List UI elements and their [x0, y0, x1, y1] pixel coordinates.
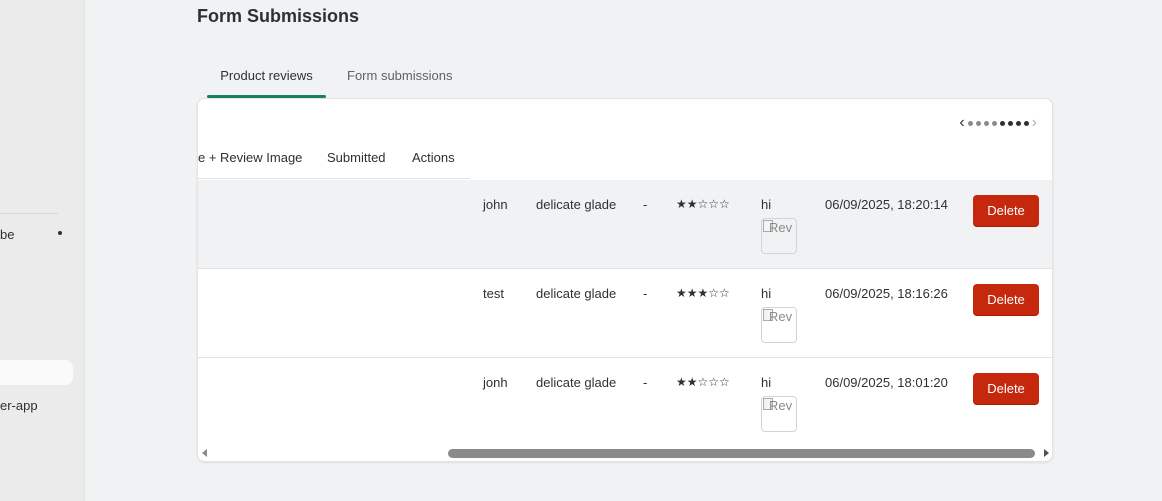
review-image-alt: Rev — [769, 309, 793, 324]
reviewer-name: jonh — [483, 375, 508, 390]
page-title: Form Submissions — [197, 6, 360, 26]
pagination: ‹ › — [959, 115, 1037, 131]
tab-product-reviews[interactable]: Product reviews — [207, 62, 326, 98]
product-name: delicate glade — [536, 375, 617, 390]
column-header-submitted[interactable]: Submitted — [327, 150, 386, 165]
review-image[interactable]: Rev — [761, 396, 797, 432]
scroll-right-icon[interactable] — [1044, 449, 1049, 457]
review-image[interactable]: Rev — [761, 307, 797, 343]
review-text: hi — [761, 375, 772, 390]
page-dot-active[interactable] — [1023, 120, 1029, 126]
empty-cell: - — [643, 197, 648, 212]
page-dot[interactable] — [991, 120, 997, 126]
tab-form-submissions[interactable]: Form submissions — [347, 62, 452, 98]
star-rating: ★★☆☆☆ — [676, 197, 730, 211]
review-text: hi — [761, 197, 772, 212]
sidebar: be er-app — [0, 0, 85, 501]
table-header: e + Review Image Submitted Actions — [198, 143, 470, 179]
table-row[interactable]: test delicate glade - ★★★☆☆ hi Rev 06/09… — [198, 269, 1052, 358]
empty-cell: - — [643, 375, 648, 390]
product-name: delicate glade — [536, 286, 617, 301]
sidebar-item-app[interactable]: er-app — [0, 398, 38, 413]
chevron-right-icon[interactable]: › — [1032, 115, 1037, 131]
horizontal-scrollbar[interactable] — [198, 445, 1052, 461]
review-image[interactable]: Rev — [761, 218, 797, 254]
scroll-left-icon[interactable] — [202, 449, 207, 457]
page-dot[interactable] — [983, 120, 989, 126]
submitted-date: 06/09/2025, 18:16:26 — [825, 286, 948, 301]
reviewer-name: john — [483, 197, 508, 212]
page-dot-active[interactable] — [999, 120, 1005, 126]
reviews-table-card: ‹ › e + Review Image Submitted Actions j… — [197, 98, 1053, 462]
sidebar-divider — [0, 213, 58, 214]
table-row[interactable]: jonh delicate glade - ★★☆☆☆ hi Rev 06/09… — [198, 358, 1052, 447]
star-rating: ★★☆☆☆ — [676, 375, 730, 389]
page-dot[interactable] — [967, 120, 973, 126]
table-row[interactable]: john delicate glade - ★★☆☆☆ hi Rev 06/09… — [198, 180, 1052, 269]
review-image-alt: Rev — [769, 220, 793, 235]
page-dot-active[interactable] — [1015, 120, 1021, 126]
scrollbar-thumb[interactable] — [448, 449, 1035, 458]
submitted-date: 06/09/2025, 18:20:14 — [825, 197, 948, 212]
empty-cell: - — [643, 286, 648, 301]
delete-button[interactable]: Delete — [973, 195, 1039, 227]
reviewer-name: test — [483, 286, 504, 301]
column-header-title-image[interactable]: e + Review Image — [198, 150, 302, 165]
star-rating: ★★★☆☆ — [676, 286, 730, 300]
delete-button[interactable]: Delete — [973, 284, 1039, 316]
column-header-actions: Actions — [412, 150, 455, 165]
sidebar-item-dot — [58, 231, 62, 235]
sidebar-item-partial[interactable]: be — [0, 227, 14, 242]
page-dot-active[interactable] — [1007, 120, 1013, 126]
review-text: hi — [761, 286, 772, 301]
chevron-left-icon[interactable]: ‹ — [959, 115, 964, 131]
submitted-date: 06/09/2025, 18:01:20 — [825, 375, 948, 390]
tab-bar: Product reviews Form submissions — [207, 62, 452, 98]
review-image-alt: Rev — [769, 398, 793, 413]
delete-button[interactable]: Delete — [973, 373, 1039, 405]
product-name: delicate glade — [536, 197, 617, 212]
page-dot[interactable] — [975, 120, 981, 126]
sidebar-search-field[interactable] — [0, 360, 73, 385]
